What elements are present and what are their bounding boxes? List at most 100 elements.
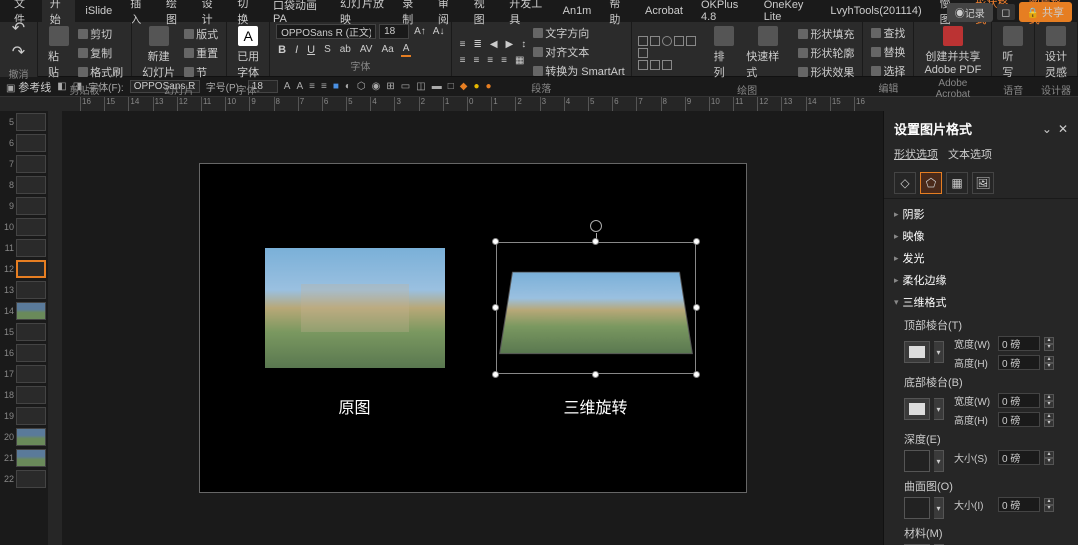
top-bevel-width-input[interactable]: [998, 336, 1040, 351]
thumbnail-15[interactable]: 15: [2, 323, 46, 341]
qb-inc-icon[interactable]: A: [284, 81, 291, 92]
redo-icon[interactable]: ↷: [12, 42, 25, 62]
spin-down[interactable]: ▾: [1044, 401, 1054, 408]
top-bevel-swatch[interactable]: [904, 341, 930, 363]
find-button[interactable]: 查找: [869, 24, 907, 42]
layout-button[interactable]: 版式: [182, 25, 220, 43]
font-size-select[interactable]: [379, 24, 409, 39]
spin-up[interactable]: ▴: [1044, 337, 1054, 344]
size-props-icon[interactable]: ▦: [946, 172, 968, 194]
font-family-select[interactable]: [276, 24, 376, 39]
align-left-icon[interactable]: ≡: [458, 54, 468, 67]
spin-down[interactable]: ▾: [1044, 505, 1054, 512]
tab-islide[interactable]: iSlide: [77, 2, 120, 20]
qb-tool4-icon[interactable]: ⊞: [386, 81, 394, 92]
thumbnail-20[interactable]: 20: [2, 428, 46, 446]
qb-dec-icon[interactable]: A: [296, 81, 303, 92]
thumbnail-7[interactable]: 7: [2, 155, 46, 173]
thumbnail-5[interactable]: 5: [2, 113, 46, 131]
tab-lvyh[interactable]: LvyhTools(201114): [822, 2, 929, 20]
font-color-icon[interactable]: A: [401, 42, 412, 57]
thumbnail-12[interactable]: 12: [2, 260, 46, 278]
panel-tab-text[interactable]: 文本选项: [948, 146, 992, 162]
underline-icon[interactable]: U: [305, 43, 317, 57]
thumbnail-17[interactable]: 17: [2, 365, 46, 383]
bottom-bevel-height-input[interactable]: [998, 412, 1040, 427]
undo-icon[interactable]: ↶: [12, 18, 25, 38]
resize-handle-tl[interactable]: [492, 238, 499, 245]
align-text-button[interactable]: 对齐文本: [531, 43, 626, 61]
increase-font-icon[interactable]: A↑: [412, 25, 428, 38]
thumbnail-13[interactable]: 13: [2, 281, 46, 299]
bullets-icon[interactable]: ≡: [458, 38, 468, 51]
spin-up[interactable]: ▴: [1044, 356, 1054, 363]
depth-size-input[interactable]: [998, 450, 1040, 465]
panel-tab-shape[interactable]: 形状选项: [894, 146, 938, 162]
section-button[interactable]: 节: [182, 63, 220, 81]
rotated-image-selection[interactable]: [496, 242, 696, 374]
rotation-handle[interactable]: [590, 220, 602, 232]
qb-tool2-icon[interactable]: ⬡: [357, 81, 366, 92]
columns-icon[interactable]: ▦: [513, 54, 526, 67]
italic-icon[interactable]: I: [293, 43, 300, 57]
paste-button[interactable]: 粘贴: [44, 24, 73, 82]
effects-icon[interactable]: ⬠: [920, 172, 942, 194]
rotated-image[interactable]: [499, 272, 693, 354]
bold-icon[interactable]: B: [276, 43, 288, 57]
shape-gallery[interactable]: [638, 36, 707, 58]
strike-icon[interactable]: S: [322, 43, 333, 56]
align-right-icon[interactable]: ≡: [485, 54, 495, 67]
original-image[interactable]: [265, 248, 445, 368]
shadow-text-icon[interactable]: ab: [338, 43, 353, 56]
adobe-pdf-button[interactable]: 创建并共享 Adobe PDF: [920, 24, 985, 78]
spin-up[interactable]: ▴: [1044, 394, 1054, 401]
thumbnail-19[interactable]: 19: [2, 407, 46, 425]
contour-color-dropdown[interactable]: ▾: [934, 497, 944, 519]
thumbnail-9[interactable]: 9: [2, 197, 46, 215]
slide-canvas[interactable]: 原图 三维旋转: [62, 111, 883, 545]
record-button[interactable]: ◉记录: [947, 3, 993, 22]
thumbnail-16[interactable]: 16: [2, 344, 46, 362]
fill-line-icon[interactable]: ◇: [894, 172, 916, 194]
share-button[interactable]: 🔒 共享: [1019, 2, 1072, 22]
resize-handle-bl[interactable]: [492, 371, 499, 378]
vertical-ruler[interactable]: [48, 111, 62, 545]
shape-effects-button[interactable]: 形状效果: [796, 63, 856, 81]
thumbnail-18[interactable]: 18: [2, 386, 46, 404]
spacing-icon[interactable]: AV: [358, 43, 375, 56]
spin-down[interactable]: ▾: [1044, 363, 1054, 370]
thumbnail-21[interactable]: 21: [2, 449, 46, 467]
panel-close-icon[interactable]: ✕: [1058, 122, 1068, 136]
panel-dropdown-icon[interactable]: ⌄: [1042, 122, 1052, 136]
thumbnail-10[interactable]: 10: [2, 218, 46, 236]
qb-color-icon[interactable]: ■: [333, 81, 339, 92]
dictate-button[interactable]: 听写: [998, 24, 1028, 82]
copy-button[interactable]: 复制: [76, 44, 125, 62]
case-icon[interactable]: Aa: [379, 43, 395, 56]
thumbnail-22[interactable]: 22: [2, 470, 46, 488]
top-bevel-dropdown[interactable]: ▾: [934, 341, 944, 363]
section-reflect[interactable]: 映像: [884, 225, 1078, 247]
resize-handle-tr[interactable]: [693, 238, 700, 245]
indent-dec-icon[interactable]: ◀: [488, 38, 500, 51]
section-3dformat[interactable]: 三维格式: [884, 291, 1078, 313]
depth-color-swatch[interactable]: [904, 450, 930, 472]
qb-bullets-icon[interactable]: ≡: [309, 81, 315, 92]
section-shadow[interactable]: 阴影: [884, 203, 1078, 225]
decrease-font-icon[interactable]: A↓: [431, 25, 447, 38]
spin-down[interactable]: ▾: [1044, 420, 1054, 427]
numbering-icon[interactable]: ≣: [471, 38, 483, 51]
contour-color-swatch[interactable]: [904, 497, 930, 519]
thumbnail-11[interactable]: 11: [2, 239, 46, 257]
qb-tool5-icon[interactable]: ▭: [401, 81, 410, 92]
slide-thumbnails[interactable]: 5678910111213141516171819202122: [0, 111, 48, 545]
spin-up[interactable]: ▴: [1044, 413, 1054, 420]
text-direction-button[interactable]: 文字方向: [531, 24, 626, 42]
bottom-bevel-width-input[interactable]: [998, 393, 1040, 408]
picture-icon[interactable]: 🖼: [972, 172, 994, 194]
resize-handle-tm[interactable]: [592, 238, 599, 245]
qb-tool-icon[interactable]: ◐: [345, 81, 351, 92]
shape-fill-button[interactable]: 形状填充: [796, 25, 856, 43]
shape-outline-button[interactable]: 形状轮廓: [796, 44, 856, 62]
spin-up[interactable]: ▴: [1044, 451, 1054, 458]
